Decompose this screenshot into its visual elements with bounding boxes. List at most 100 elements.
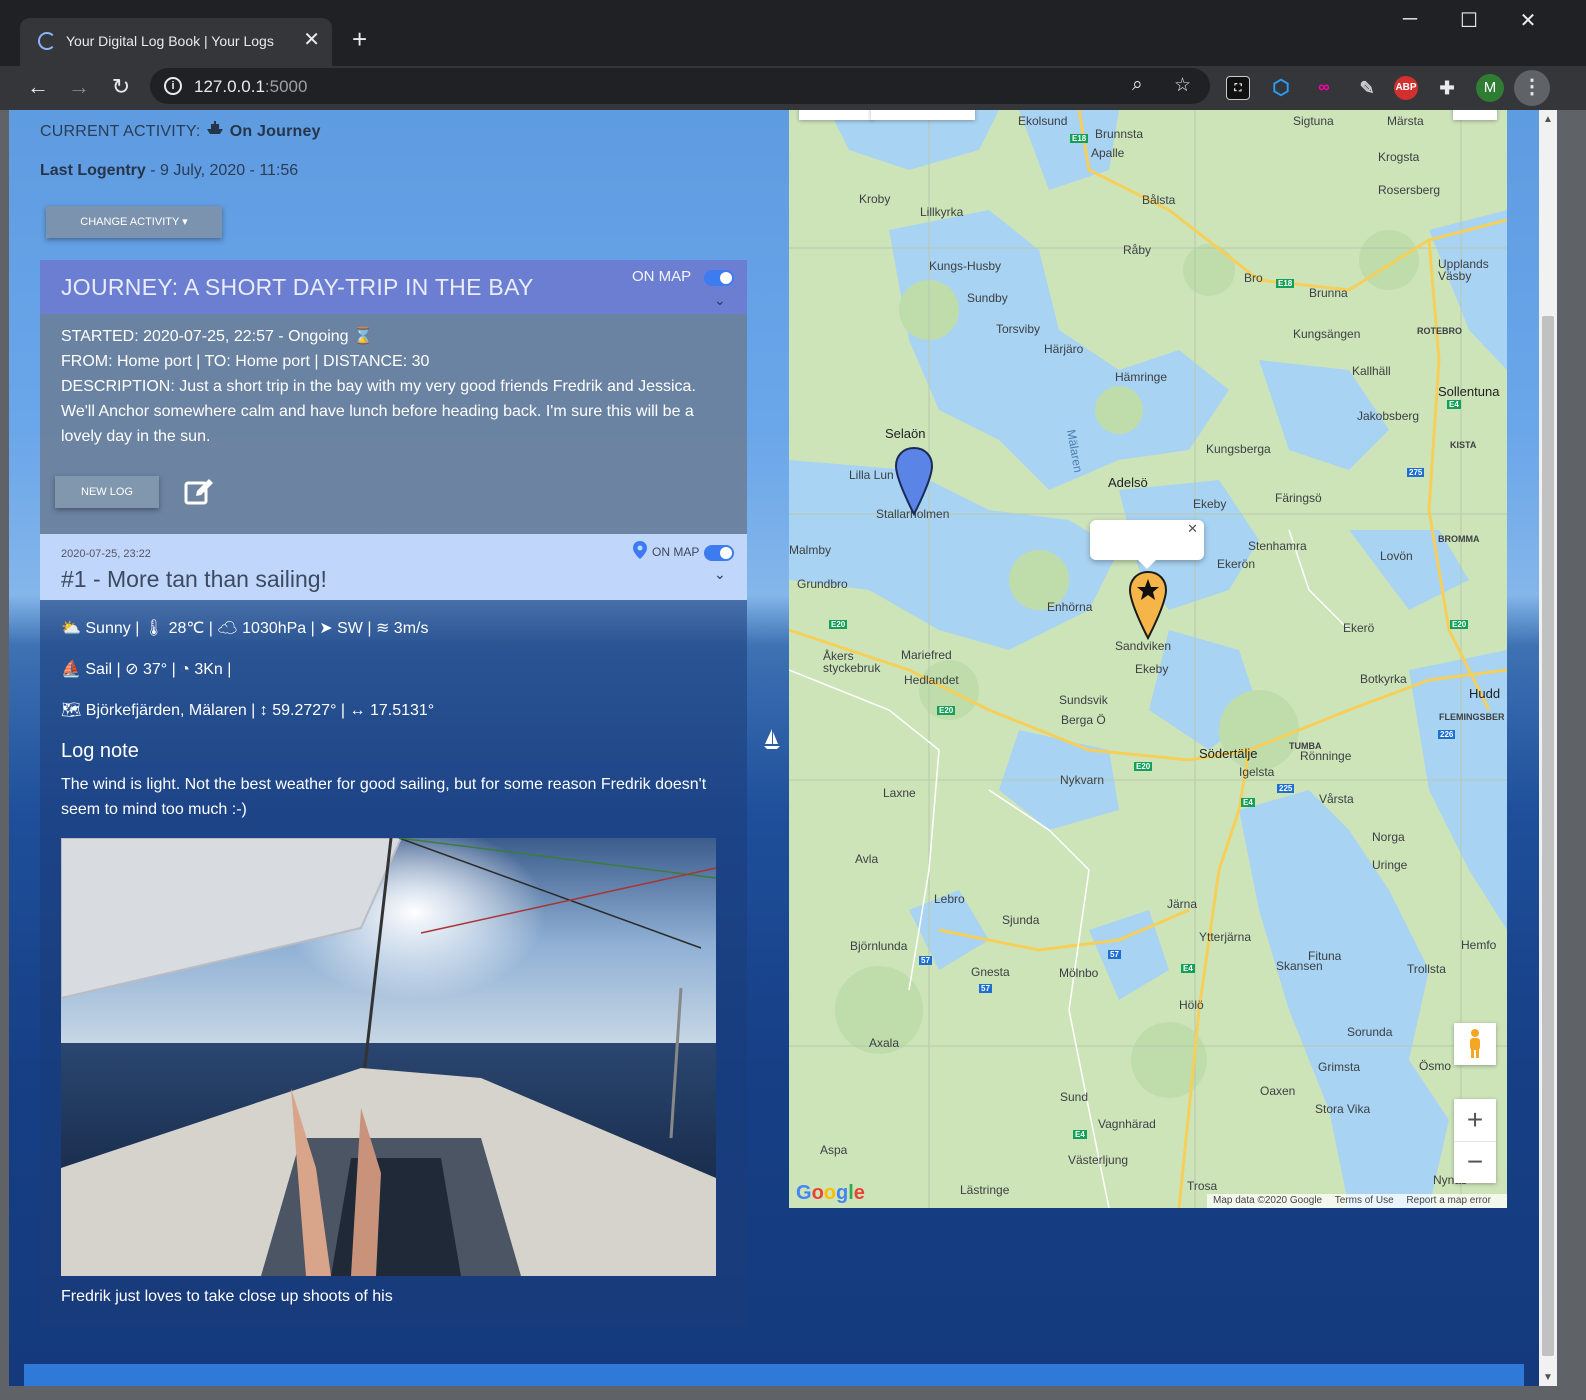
log-photo[interactable]: [60, 837, 717, 1277]
edit-icon[interactable]: [184, 478, 214, 511]
log-note-text: The wind is light. Not the best weather …: [61, 776, 707, 818]
road-sign: E4: [1073, 1130, 1087, 1139]
map-label: Kallhäll: [1352, 364, 1391, 378]
browser-tab[interactable]: Your Digital Log Book | Your Logs ✕: [20, 18, 332, 66]
current-activity: CURRENT ACTIVITY: On Journey: [40, 121, 321, 140]
map-label: Rosersberg: [1378, 183, 1441, 197]
map-label: Brunna: [1309, 286, 1348, 300]
map-label: Sorunda: [1347, 1025, 1393, 1039]
change-activity-button[interactable]: CHANGE ACTIVITY ▾: [46, 206, 222, 238]
map-label: Lillkyrka: [920, 205, 964, 219]
weather-line: ⛅ Sunny | 🌡 28℃ | ☁ 1030hPa | ➤ SW | ≋ 3…: [61, 620, 429, 637]
road-sign: E20: [1134, 762, 1153, 771]
journey-header[interactable]: JOURNEY: A SHORT DAY-TRIP IN THE BAY ON …: [40, 260, 747, 314]
map-label: Bro: [1244, 271, 1263, 285]
new-log-button[interactable]: NEW LOG: [55, 476, 159, 508]
browser-menu-icon[interactable]: ⋮: [1514, 70, 1550, 106]
map-label: Malmby: [789, 543, 832, 557]
extension-eyedropper-icon[interactable]: ✎: [1355, 76, 1379, 100]
page-viewport: CURRENT ACTIVITY: On Journey Last Logent…: [9, 110, 1539, 1386]
adblock-icon[interactable]: ABP: [1394, 76, 1418, 100]
map-label: Vårsta: [1319, 792, 1354, 806]
extension-screenshot-icon[interactable]: ⛶: [1226, 76, 1250, 100]
map-label: ROTEBRO: [1417, 326, 1462, 336]
tab-close-icon[interactable]: ✕: [303, 28, 320, 52]
map-type-button[interactable]: [799, 110, 873, 120]
map-panel[interactable]: Ekolsund Brunnsta Apalle Sigtuna Märsta …: [789, 110, 1507, 1208]
road-sign: E20: [829, 620, 848, 629]
compass-icon: ⊘: [125, 661, 139, 678]
map-label: Oaxen: [1260, 1084, 1296, 1098]
chevron-down-icon[interactable]: ⌄: [714, 292, 726, 309]
zoom-out-button[interactable]: −: [1454, 1141, 1496, 1183]
zoom-in-button[interactable]: +: [1454, 1099, 1496, 1141]
address-bar[interactable]: i 127.0.0.1:5000 ⌕ ☆: [150, 68, 1210, 104]
fullscreen-button[interactable]: [1453, 110, 1497, 120]
log-on-map-toggle[interactable]: [704, 545, 734, 561]
scroll-up-icon[interactable]: ▲: [1543, 114, 1553, 125]
map-label: Järna: [1167, 897, 1198, 911]
map-label: Ytterjärna: [1199, 930, 1252, 944]
scroll-thumb[interactable]: [1542, 316, 1554, 1356]
maximize-icon[interactable]: ☐: [1449, 8, 1489, 33]
bookmark-star-icon[interactable]: ☆: [1174, 74, 1191, 97]
minimize-icon[interactable]: ─: [1390, 8, 1430, 31]
journey-map-marker-icon[interactable]: [894, 446, 934, 521]
position-line: 🗺 Björkefjärden, Mälaren | ↕ 59.2727° | …: [61, 702, 435, 719]
back-icon[interactable]: ←: [22, 72, 54, 102]
journey-on-map-label: ON MAP: [632, 268, 692, 285]
map-label: Jakobsberg: [1357, 409, 1420, 423]
extension-glasses-icon[interactable]: ∞: [1312, 76, 1336, 100]
extensions-puzzle-icon[interactable]: ✚: [1435, 76, 1459, 100]
road-sign: E20: [937, 706, 956, 715]
map-label: Södertälje: [1199, 746, 1258, 761]
map-label: Brunnsta: [1095, 127, 1144, 141]
log-map-marker-icon[interactable]: [1128, 570, 1168, 645]
browser-chrome: Your Digital Log Book | Your Logs ✕ + ─ …: [0, 0, 1586, 110]
close-window-icon[interactable]: ✕: [1508, 8, 1548, 33]
map-label: Lebro: [934, 892, 965, 906]
map-label: Torsviby: [996, 322, 1041, 336]
road-sign: 275: [1407, 468, 1425, 477]
map-label: Sundby: [967, 291, 1008, 305]
terms-link[interactable]: Terms of Use: [1335, 1195, 1394, 1206]
new-tab-icon[interactable]: +: [352, 24, 367, 54]
scroll-down-icon[interactable]: ▼: [1543, 1372, 1553, 1383]
forward-icon[interactable]: →: [63, 72, 95, 102]
map-label: Hemfo: [1461, 938, 1497, 952]
journey-details: STARTED: 2020-07-25, 22:57 - Ongoing ⌛ F…: [61, 324, 731, 449]
log-entry-body: ⛅ Sunny | 🌡 28℃ | ☁ 1030hPa | ➤ SW | ≋ 3…: [40, 600, 747, 1326]
map-label: Sigtuna: [1293, 114, 1334, 128]
map-label: Nykvarn: [1060, 773, 1105, 787]
road-sign: 225: [1277, 784, 1295, 793]
map-pin-icon: [633, 541, 647, 564]
map-label: Mariefred: [901, 648, 952, 662]
journey-route: FROM: Home port | TO: Home port | DISTAN…: [61, 353, 430, 370]
popup-close-icon[interactable]: ✕: [1187, 521, 1198, 537]
street-view-pegman-icon[interactable]: [1454, 1023, 1496, 1065]
extension-cube-icon[interactable]: ⬡: [1269, 76, 1293, 100]
map-label: Hämringe: [1115, 370, 1168, 384]
report-error-link[interactable]: Report a map error: [1406, 1195, 1490, 1206]
tab-title: Your Digital Log Book | Your Logs: [66, 33, 274, 49]
journey-description: DESCRIPTION: Just a short trip in the ba…: [61, 378, 696, 445]
log-entry-header[interactable]: 2020-07-25, 23:22 #1 - More tan than sai…: [40, 534, 747, 600]
profile-avatar[interactable]: M: [1476, 74, 1504, 102]
arrows-vertical-icon: ↕: [259, 702, 268, 719]
reload-icon[interactable]: ↻: [105, 72, 137, 102]
map-label: Aspa: [820, 1143, 848, 1157]
site-info-icon[interactable]: i: [164, 77, 182, 95]
journey-on-map-toggle[interactable]: [704, 270, 734, 286]
satellite-button[interactable]: [871, 110, 975, 120]
map-label: Sundsvik: [1059, 693, 1108, 707]
google-logo[interactable]: Google: [796, 1182, 865, 1205]
page-scrollbar[interactable]: ▲ ▼: [1539, 110, 1557, 1386]
zoom-icon[interactable]: ⌕: [1132, 74, 1143, 96]
speedometer-icon: ◔: [180, 661, 190, 678]
cloud-sun-icon: ⛅: [61, 620, 81, 637]
map-label: Trollsta: [1407, 962, 1446, 976]
map-label: Ekeby: [1135, 662, 1169, 676]
ship-icon: [205, 121, 230, 140]
map-label: Ekerön: [1217, 557, 1256, 571]
chevron-down-icon[interactable]: ⌄: [714, 566, 726, 583]
